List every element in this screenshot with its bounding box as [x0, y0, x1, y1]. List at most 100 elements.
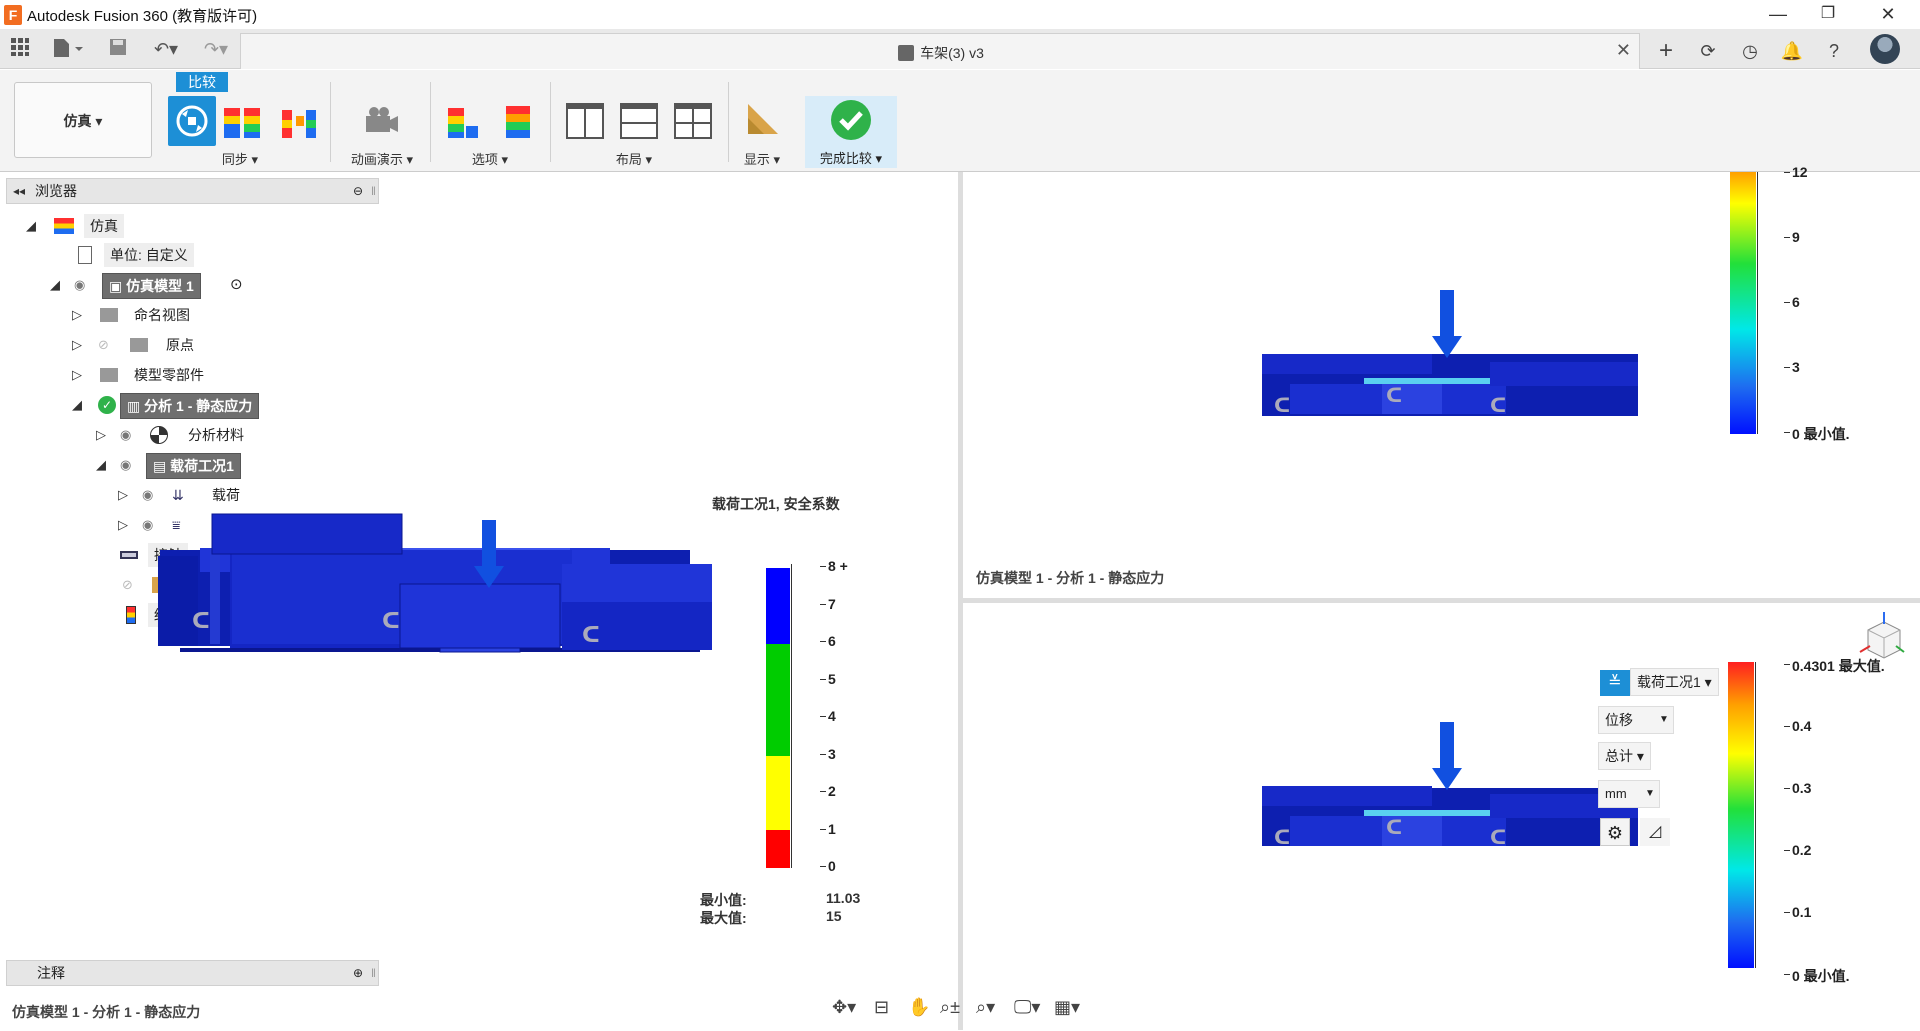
- layout-three-panel-icon[interactable]: [672, 98, 714, 142]
- help-icon[interactable]: ?: [1820, 38, 1848, 64]
- eye-hidden-icon[interactable]: ⊘: [122, 573, 133, 597]
- collapsed-triangle-icon[interactable]: ▷: [116, 518, 130, 532]
- zoom-icon[interactable]: ⌕±: [940, 997, 960, 1018]
- viewport-splitter-horizontal[interactable]: [963, 598, 1920, 603]
- sync-plots-icon[interactable]: [278, 98, 320, 142]
- pin-icon[interactable]: ‖: [371, 179, 376, 203]
- svg-text:ᑕ: ᑕ: [192, 608, 210, 633]
- expand-triangle-icon[interactable]: ◢: [24, 219, 38, 233]
- layout-two-vertical-icon[interactable]: [564, 98, 606, 142]
- notes-panel-header[interactable]: 注释 ⊕ ‖: [6, 960, 379, 986]
- eye-visibility-icon[interactable]: ◉: [120, 423, 131, 447]
- options-color-bar-icon[interactable]: [498, 98, 540, 142]
- group-label-options[interactable]: 选项 ▾: [460, 149, 520, 168]
- legend-tick-mark: [820, 641, 826, 642]
- save-icon[interactable]: [106, 37, 130, 61]
- undo-icon[interactable]: ↶▾: [146, 37, 186, 61]
- folder-icon: [100, 308, 118, 322]
- collapsed-triangle-icon[interactable]: ▷: [70, 308, 84, 322]
- navigation-bar: ✥▾ ⊟ ✋ ⌕± ⌕▾ 🖵▾ ▦▾: [828, 995, 1088, 1025]
- collapse-arrows-icon[interactable]: ◂◂: [13, 179, 25, 203]
- display-settings-icon[interactable]: 🖵▾: [1014, 997, 1040, 1018]
- layout-two-horizontal-icon[interactable]: [618, 98, 660, 142]
- gear-icon[interactable]: ⚙: [1600, 818, 1630, 846]
- eye-hidden-icon[interactable]: ⊘: [98, 333, 109, 357]
- browser-panel-header[interactable]: ◂◂ 浏览器 ⊖ ‖: [6, 178, 379, 204]
- load-case-dropdown[interactable]: 载荷工况1 ▾: [1630, 668, 1719, 696]
- collapsed-triangle-icon[interactable]: ▷: [70, 368, 84, 382]
- result-type-dropdown[interactable]: 位移 ▼: [1598, 706, 1674, 734]
- component-dropdown[interactable]: 总计 ▾: [1598, 742, 1651, 770]
- bottom-right-viewport-model[interactable]: ᑕ ᑕ ᑕ: [1260, 720, 1640, 860]
- tab-compare[interactable]: 比较: [176, 72, 228, 92]
- sync-legend-icon[interactable]: [222, 98, 264, 142]
- viewcube-icon[interactable]: [1858, 612, 1906, 664]
- user-avatar[interactable]: [1870, 34, 1900, 64]
- legend-tick-mark: [1784, 912, 1790, 913]
- minus-circle-icon[interactable]: ⊖: [353, 179, 363, 203]
- legend-tick-label: 7: [828, 595, 836, 612]
- legend-tick-label: 2: [828, 783, 836, 799]
- expand-triangle-icon[interactable]: ◢: [70, 398, 84, 412]
- finish-compare-group[interactable]: 完成比较 ▾: [805, 96, 897, 168]
- data-panel-grid-icon[interactable]: [8, 37, 32, 61]
- triangle-probe-icon[interactable]: ◿: [1640, 818, 1670, 846]
- group-label-finish[interactable]: 完成比较 ▾: [805, 148, 897, 167]
- legend-tick-mark: [820, 716, 826, 717]
- new-tab-plus-icon[interactable]: +: [1652, 38, 1680, 64]
- group-label-layout[interactable]: 布局 ▾: [604, 149, 664, 168]
- top-right-viewport-caption: 仿真模型 1 - 分析 1 - 静态应力: [976, 570, 1165, 586]
- collapsed-triangle-icon[interactable]: ▷: [116, 488, 130, 502]
- collapsed-triangle-icon[interactable]: ▷: [94, 428, 108, 442]
- collapsed-triangle-icon[interactable]: ▷: [70, 338, 84, 352]
- pin-icon[interactable]: ‖: [371, 961, 376, 985]
- plus-circle-icon[interactable]: ⊕: [353, 961, 363, 985]
- job-status-icon[interactable]: ⟳: [1694, 38, 1722, 64]
- legend-tick-mark: [820, 678, 826, 680]
- sync-camera-button[interactable]: [168, 96, 216, 146]
- display-model-icon[interactable]: [742, 98, 784, 142]
- legend-tick-mark: [820, 603, 826, 605]
- tree-label: 单位: 自定义: [104, 243, 194, 267]
- legend-tick-mark: [1784, 302, 1790, 303]
- unit-dropdown[interactable]: mm ▼: [1598, 780, 1660, 808]
- ribbon-toolbar: 仿真 ▾ 比较 同步 ▾ 动画演示 ▾ 选项 ▾ 布局 ▾ 显示 ▾ 完成比较 …: [0, 70, 1920, 172]
- grid-settings-icon[interactable]: ▦▾: [1054, 997, 1080, 1018]
- minimize-button[interactable]: —: [1758, 2, 1798, 26]
- expand-triangle-icon[interactable]: ◢: [94, 458, 108, 472]
- eye-visibility-icon[interactable]: ◉: [74, 273, 85, 297]
- animate-camera-icon[interactable]: [360, 98, 402, 142]
- main-legend-title: 载荷工况1, 安全系数: [712, 496, 840, 512]
- restore-button[interactable]: ❐: [1808, 2, 1848, 26]
- options-legend-icon[interactable]: [444, 98, 486, 142]
- close-window-button[interactable]: ✕: [1868, 2, 1908, 26]
- main-viewport-caption: 仿真模型 1 - 分析 1 - 静态应力: [12, 1004, 201, 1020]
- document-tab[interactable]: 车架(3) v3 ✕: [240, 33, 1640, 69]
- group-label-display[interactable]: 显示 ▾: [732, 149, 792, 168]
- fit-zoom-icon[interactable]: ⌕▾: [976, 997, 995, 1018]
- tree-label: 命名视图: [134, 307, 190, 323]
- orbit-move-icon[interactable]: ✥▾: [832, 997, 856, 1018]
- top-right-viewport-model[interactable]: ᑕ ᑕ ᑕ: [1260, 288, 1640, 428]
- bottom-right-legend-bar: [1728, 662, 1754, 968]
- chevron-down-double-icon[interactable]: ≚: [1600, 670, 1630, 696]
- extensions-clock-icon[interactable]: ◷: [1736, 38, 1764, 64]
- file-menu-icon[interactable]: [48, 37, 88, 61]
- contact-icon: [120, 551, 138, 559]
- folder-icon: [100, 368, 118, 382]
- workspace-switcher-button[interactable]: 仿真 ▾: [14, 82, 152, 158]
- folder-icon: [130, 338, 148, 352]
- main-viewport-model[interactable]: ᑕ ᑕ ᑕ: [150, 500, 830, 680]
- look-at-icon[interactable]: ⊟: [874, 997, 889, 1018]
- eye-visibility-icon[interactable]: ◉: [120, 453, 131, 477]
- legend-tick-label: 8 +: [828, 558, 848, 574]
- expand-triangle-icon[interactable]: ◢: [48, 278, 62, 292]
- activate-radio-icon[interactable]: ⊙: [230, 273, 243, 297]
- document-close-button[interactable]: ✕: [1616, 40, 1631, 61]
- legend-tick-mark: [1784, 850, 1790, 851]
- group-label-animate[interactable]: 动画演示 ▾: [344, 149, 420, 168]
- group-label-sync[interactable]: 同步 ▾: [210, 149, 270, 168]
- redo-icon[interactable]: ↷▾: [196, 37, 236, 61]
- notification-bell-icon[interactable]: 🔔: [1778, 38, 1806, 64]
- pan-hand-icon[interactable]: ✋: [908, 997, 930, 1018]
